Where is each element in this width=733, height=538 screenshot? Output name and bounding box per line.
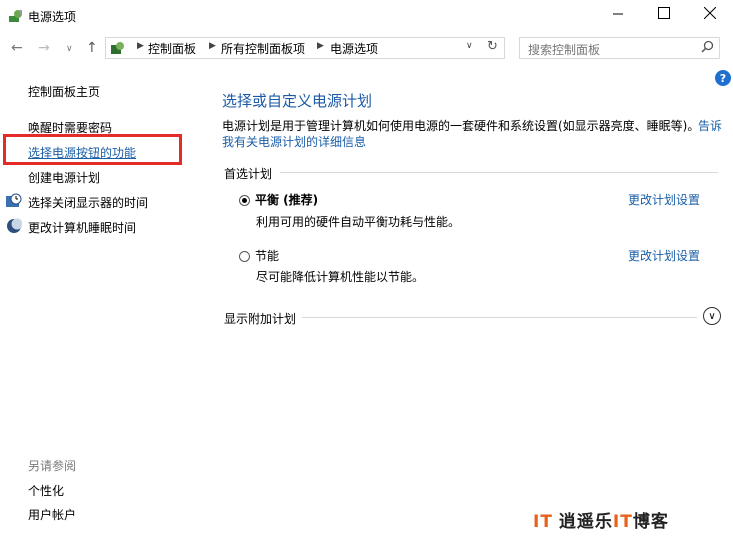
plan-details-link-part1[interactable]: 告诉	[698, 117, 722, 134]
search-icon[interactable]	[701, 40, 714, 56]
maximize-button[interactable]	[641, 0, 687, 30]
sidebar-item-power-button-function[interactable]: 选择电源按钮的功能	[28, 144, 136, 161]
breadcrumb-separator-icon: ▶	[137, 41, 144, 51]
breadcrumb-all-items[interactable]: 所有控制面板项	[221, 40, 305, 57]
watermark-text-a: 逍遥乐	[558, 512, 613, 532]
sidebar-item-display-off-time[interactable]: 选择关闭显示器的时间	[28, 194, 148, 211]
see-also-label: 另请参阅	[28, 459, 77, 473]
minimize-button[interactable]	[595, 0, 641, 30]
back-arrow-icon[interactable]: ←	[11, 40, 23, 56]
forward-arrow-icon[interactable]: →	[38, 40, 50, 56]
control-panel-home-link[interactable]: 控制面板主页	[28, 83, 100, 100]
help-icon[interactable]: ?	[715, 70, 731, 86]
page-title: 选择或自定义电源计划	[222, 92, 373, 110]
close-button[interactable]	[687, 0, 733, 30]
balanced-plan-description: 利用可用的硬件自动平衡功耗与性能。	[256, 215, 461, 229]
sidebar-item-sleep-time[interactable]: 更改计算机睡眠时间	[28, 219, 136, 236]
breadcrumb-power-options[interactable]: 电源选项	[330, 40, 378, 57]
minimize-icon	[613, 7, 623, 23]
power-saver-plan-radio[interactable]	[239, 251, 250, 262]
refresh-icon[interactable]: ↻	[487, 39, 498, 54]
balanced-plan-name: 平衡 (推荐)	[255, 193, 319, 207]
power-saver-change-settings-link[interactable]: 更改计划设置	[628, 247, 700, 264]
site-watermark-logo: IT 逍遥乐IT博客	[533, 507, 669, 532]
sidebar-item-create-plan[interactable]: 创建电源计划	[28, 169, 100, 186]
power-options-app-icon	[8, 8, 24, 24]
breadcrumb-separator-icon: ▶	[209, 41, 216, 51]
sleep-moon-icon	[6, 218, 23, 237]
display-clock-icon	[6, 193, 22, 212]
control-panel-icon	[110, 40, 126, 59]
maximize-icon	[658, 7, 670, 23]
watermark-text-b: 博客	[632, 512, 669, 532]
up-arrow-icon[interactable]: ↑	[86, 40, 98, 56]
balanced-change-settings-link[interactable]: 更改计划设置	[628, 191, 700, 208]
plan-details-link[interactable]: 我有关电源计划的详细信息	[222, 133, 366, 150]
power-saver-plan-description: 尽可能降低计算机性能以节能。	[256, 270, 425, 284]
see-also-personalization-link[interactable]: 个性化	[28, 482, 64, 499]
watermark-mark: IT	[533, 512, 553, 532]
plan-description: 电源计划是用于管理计算机如何使用电源的一套硬件和系统设置(如显示器亮度、睡眠等)…	[222, 119, 700, 133]
radio-selected-dot	[242, 198, 247, 203]
watermark-text-it: IT	[612, 512, 633, 532]
show-more-plans-label[interactable]: 显示附加计划	[224, 310, 296, 327]
address-dropdown-chevron-icon[interactable]: ∨	[466, 41, 473, 51]
breadcrumb-separator-icon: ▶	[317, 41, 324, 51]
balanced-plan-radio[interactable]	[239, 195, 250, 206]
section-divider	[302, 317, 697, 318]
close-icon	[703, 6, 717, 23]
preferred-plans-label: 首选计划	[224, 167, 273, 181]
window-title: 电源选项	[28, 10, 77, 24]
power-saver-plan-name: 节能	[255, 249, 280, 263]
section-divider	[280, 172, 718, 173]
search-input[interactable]: 搜索控制面板	[528, 41, 600, 58]
breadcrumb-control-panel[interactable]: 控制面板	[148, 40, 196, 57]
expand-chevron-icon[interactable]: ∨	[703, 307, 721, 325]
recent-locations-chevron-icon[interactable]: ∨	[66, 44, 73, 54]
see-also-user-accounts-link[interactable]: 用户帐户	[28, 506, 76, 523]
